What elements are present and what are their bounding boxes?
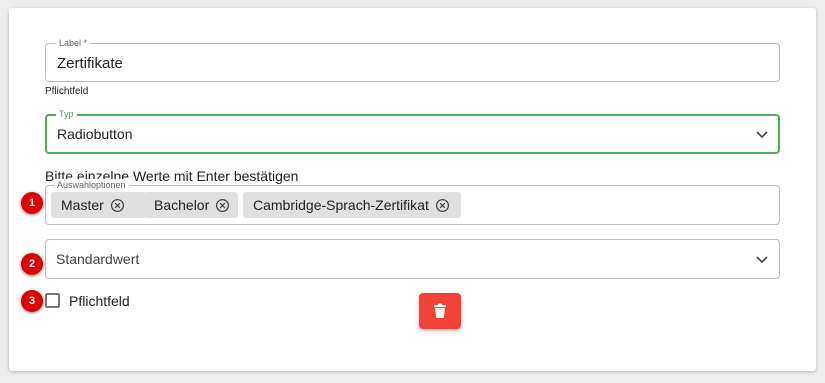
option-chip-cambridge[interactable]: Cambridge-Sprach-Zertifikat	[243, 192, 461, 218]
remove-circle-icon[interactable]	[215, 198, 230, 213]
chevron-down-icon	[756, 256, 768, 264]
options-field-legend: Auswahloptionen	[54, 179, 129, 191]
option-chip-label: Bachelor	[154, 197, 210, 213]
label-field-legend: Label *	[56, 37, 91, 49]
option-chip-bachelor[interactable]: Bachelor	[144, 192, 238, 218]
options-field[interactable]: Auswahloptionen Master Bachelor Cambridg…	[45, 179, 780, 225]
required-checkbox[interactable]	[45, 293, 60, 308]
type-select-value: Radiobutton	[57, 126, 133, 142]
type-select[interactable]: Typ Radiobutton	[45, 108, 780, 154]
default-value-select[interactable]: Standardwert	[45, 239, 780, 279]
chevron-down-icon	[756, 131, 768, 139]
default-value-placeholder: Standardwert	[56, 251, 140, 267]
option-chip-master[interactable]: Master	[51, 192, 146, 218]
remove-circle-icon[interactable]	[110, 198, 125, 213]
required-checkbox-label: Pflichtfeld	[69, 293, 130, 309]
delete-button[interactable]	[419, 293, 461, 329]
label-field-helper: Pflichtfeld	[45, 86, 89, 97]
annotation-badge-1: 1	[21, 192, 43, 214]
label-field[interactable]: Label * Zertifikate	[45, 37, 780, 82]
annotation-badge-3: 3	[21, 290, 43, 312]
type-select-legend: Typ	[56, 108, 77, 120]
trash-icon	[434, 303, 446, 318]
option-chip-label: Master	[61, 197, 104, 213]
label-field-value: Zertifikate	[57, 55, 123, 72]
remove-circle-icon[interactable]	[435, 198, 450, 213]
option-chip-label: Cambridge-Sprach-Zertifikat	[253, 197, 429, 213]
annotation-badge-2: 2	[21, 253, 43, 275]
